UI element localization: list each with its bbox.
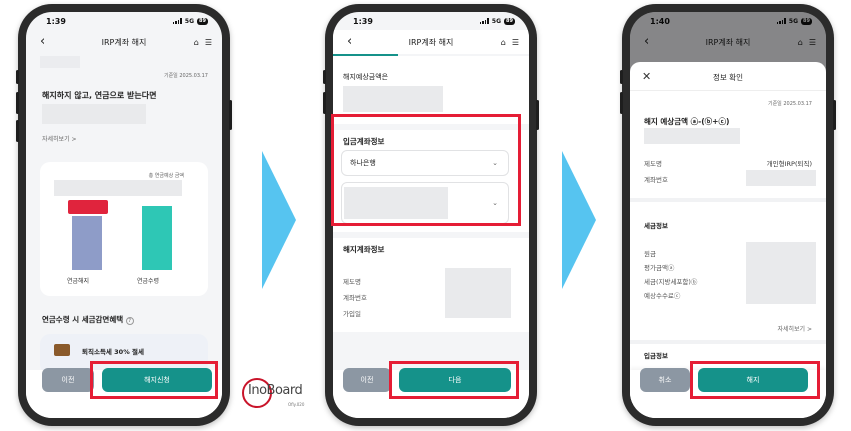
menu-icon[interactable]: ☰: [512, 38, 519, 47]
home-icon[interactable]: ⌂: [501, 38, 506, 47]
divider: [630, 340, 826, 344]
flow-arrow: [262, 151, 296, 289]
phone-side-button: [323, 92, 326, 114]
menu-icon[interactable]: ☰: [205, 38, 212, 47]
row-plan: 제도명: [644, 160, 662, 168]
logo-text: InoBoard: [248, 383, 303, 398]
flow-arrow: [562, 151, 596, 289]
phone-side-button: [620, 70, 623, 84]
benefits-title-text: 연금수령 시 세금감면혜택: [42, 315, 124, 324]
details-link[interactable]: 자세히보기 >: [42, 134, 77, 143]
page-title: IRP계좌 해지: [101, 37, 147, 47]
inoboard-logo: InoBoard Ofly.020: [240, 374, 320, 416]
row-join-date: 가입일: [343, 310, 361, 318]
bar2-label: 연금수령: [137, 278, 160, 285]
chart-caption: 총 연금예상 금액: [148, 173, 184, 179]
divider: [630, 198, 826, 202]
benefits-title: 연금수령 시 세금감면혜택 ?: [42, 314, 134, 325]
divider: [630, 90, 826, 91]
closing-account-section: 해지계좌정보 제도명 계좌번호 가입일: [333, 238, 529, 332]
bar-pension-receive: [142, 206, 172, 270]
redacted-label: [68, 200, 108, 214]
phone-side-button: [16, 92, 19, 114]
briefcase-icon: [54, 344, 70, 356]
app-bar: ‹ IRP계좌 해지 ⌂ ☰: [333, 30, 529, 54]
row-plan-value: 개인형IRP(퇴직): [766, 160, 812, 168]
back-icon[interactable]: ‹: [40, 35, 45, 48]
tax-row-valuation: 평가금액ⓐ: [644, 264, 675, 272]
phone-side-button: [16, 70, 19, 84]
expected-label: 해지예상금액은: [343, 73, 389, 81]
redacted-account: [746, 170, 816, 186]
amount-title: 해지 예상금액 ⓐ-(ⓑ+ⓒ): [644, 117, 730, 126]
benefit-item: 퇴직소득세 30% 절세: [82, 348, 144, 356]
row-plan: 제도명: [343, 278, 361, 286]
signal-icon: [479, 18, 489, 24]
redacted-values: [445, 268, 511, 318]
comparison-card: 총 연금예상 금액 연금해지 연금수령: [40, 162, 208, 296]
app-bar: ‹ IRP계좌 해지 ⌂ ☰: [26, 30, 222, 54]
redacted-amount: [644, 128, 740, 144]
phone-side-button: [833, 100, 836, 130]
details-link[interactable]: 자세히보기 >: [777, 324, 812, 333]
prev-button[interactable]: 이전: [42, 368, 94, 392]
page-title: IRP계좌 해지: [408, 37, 454, 47]
highlight-box: [690, 361, 820, 399]
battery-icon: 89: [197, 17, 208, 25]
status-bar: 1:39 5G 89: [333, 12, 529, 30]
cancel-button[interactable]: 취소: [640, 368, 690, 392]
closing-title: 해지계좌정보: [343, 245, 385, 254]
tax-row-fee: 예상수수료ⓒ: [644, 292, 681, 300]
logo-subtext: Ofly.020: [288, 402, 305, 407]
tax-row-principal: 원금: [644, 250, 656, 258]
status-time: 1:39: [353, 16, 373, 26]
redacted-values: [746, 242, 816, 304]
highlight-box: [90, 361, 218, 399]
network-label: 5G: [184, 17, 195, 25]
status-bar: 1:39 5G 89: [26, 12, 222, 30]
deposit-title: 입금정보: [644, 352, 668, 360]
phone-side-button: [620, 92, 623, 114]
bar-pension-cancel: [72, 216, 102, 270]
phone-side-button: [323, 70, 326, 84]
reference-date: 기준일 2025.03.17: [163, 73, 208, 79]
screen-3: 1:40 5G 89 ‹ IRP계좌 해지 ⌂ ☰ ✕ 정보 확인 기준일 20…: [630, 12, 826, 418]
phone-side-button: [229, 100, 232, 130]
highlight-box: [389, 361, 519, 399]
help-icon[interactable]: ?: [125, 317, 134, 325]
home-icon[interactable]: ⌂: [194, 38, 199, 47]
redacted-amount: [42, 104, 146, 124]
tax-title: 세금정보: [644, 222, 668, 230]
screen-1: 1:39 5G 89 ‹ IRP계좌 해지 ⌂ ☰ 기준일 2025.03.17…: [26, 12, 222, 418]
signal-icon: [172, 18, 182, 24]
row-account: 계좌번호: [343, 294, 367, 302]
phone-side-button: [16, 120, 19, 142]
reference-date: 기준일 2025.03.17: [767, 101, 812, 107]
bar1-label: 연금해지: [67, 278, 90, 285]
prev-button[interactable]: 이전: [343, 368, 391, 392]
headline: 해지하지 않고, 연금으로 받는다면: [42, 91, 157, 100]
battery-icon: 89: [504, 17, 515, 25]
redacted-amount: [343, 86, 443, 112]
redacted-chart-value: [54, 180, 182, 196]
status-time: 1:39: [46, 16, 66, 26]
sheet-title: 정보 확인: [713, 73, 743, 82]
row-account: 계좌번호: [644, 176, 668, 184]
redacted-block: [40, 56, 80, 68]
network-label: 5G: [491, 17, 502, 25]
phone-side-button: [536, 100, 539, 130]
highlight-box: [331, 114, 521, 226]
tax-row-tax: 세금(지방세포함)ⓑ: [644, 278, 698, 286]
back-icon[interactable]: ‹: [347, 35, 352, 48]
